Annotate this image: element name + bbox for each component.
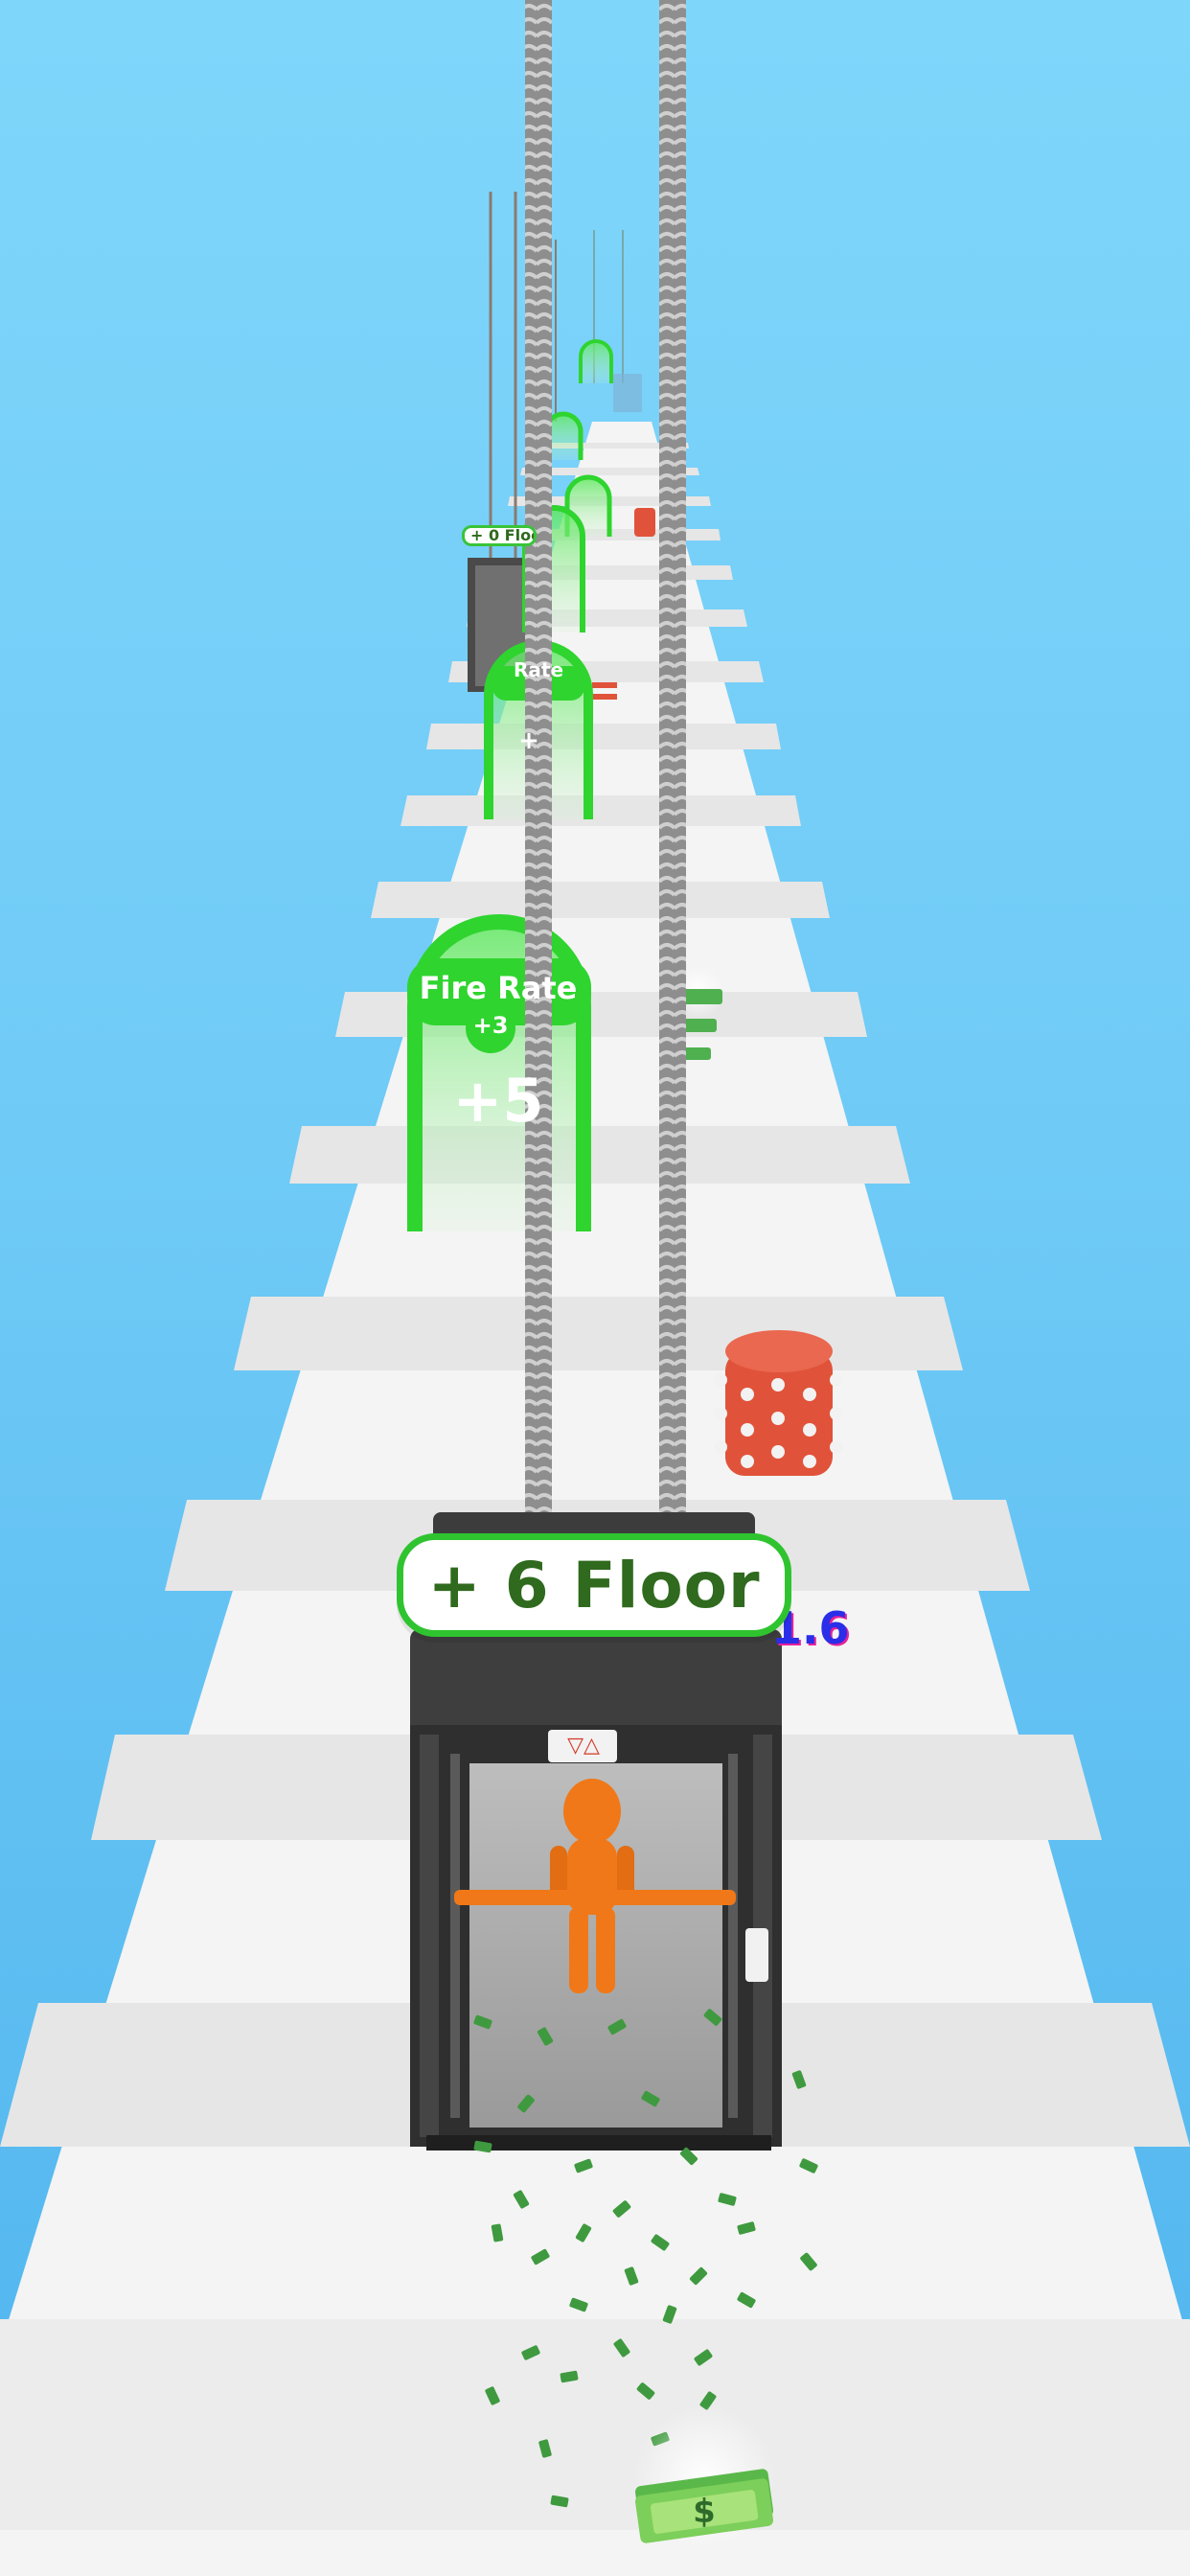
runway bbox=[0, 422, 1190, 2576]
gate-fire-rate-title: Fire Rate bbox=[419, 970, 578, 1006]
gate-rate-title: Rate bbox=[513, 658, 564, 681]
game-scene: $ bbox=[0, 0, 1190, 2576]
distant-floor-label: + 0 Floo bbox=[462, 525, 537, 546]
floor-count-banner: + 6 Floor bbox=[397, 1533, 791, 1637]
up-down-arrow-icon: ▽△ bbox=[567, 1734, 600, 1758]
gate-fire-rate-subtitle: +3 bbox=[472, 1012, 509, 1039]
dollar-icon: $ bbox=[693, 2493, 716, 2531]
gate-rate-value: + bbox=[518, 726, 539, 755]
gate-fire-rate-value: +5 bbox=[452, 1066, 544, 1136]
spike-drum-obstacle bbox=[714, 1330, 843, 1476]
